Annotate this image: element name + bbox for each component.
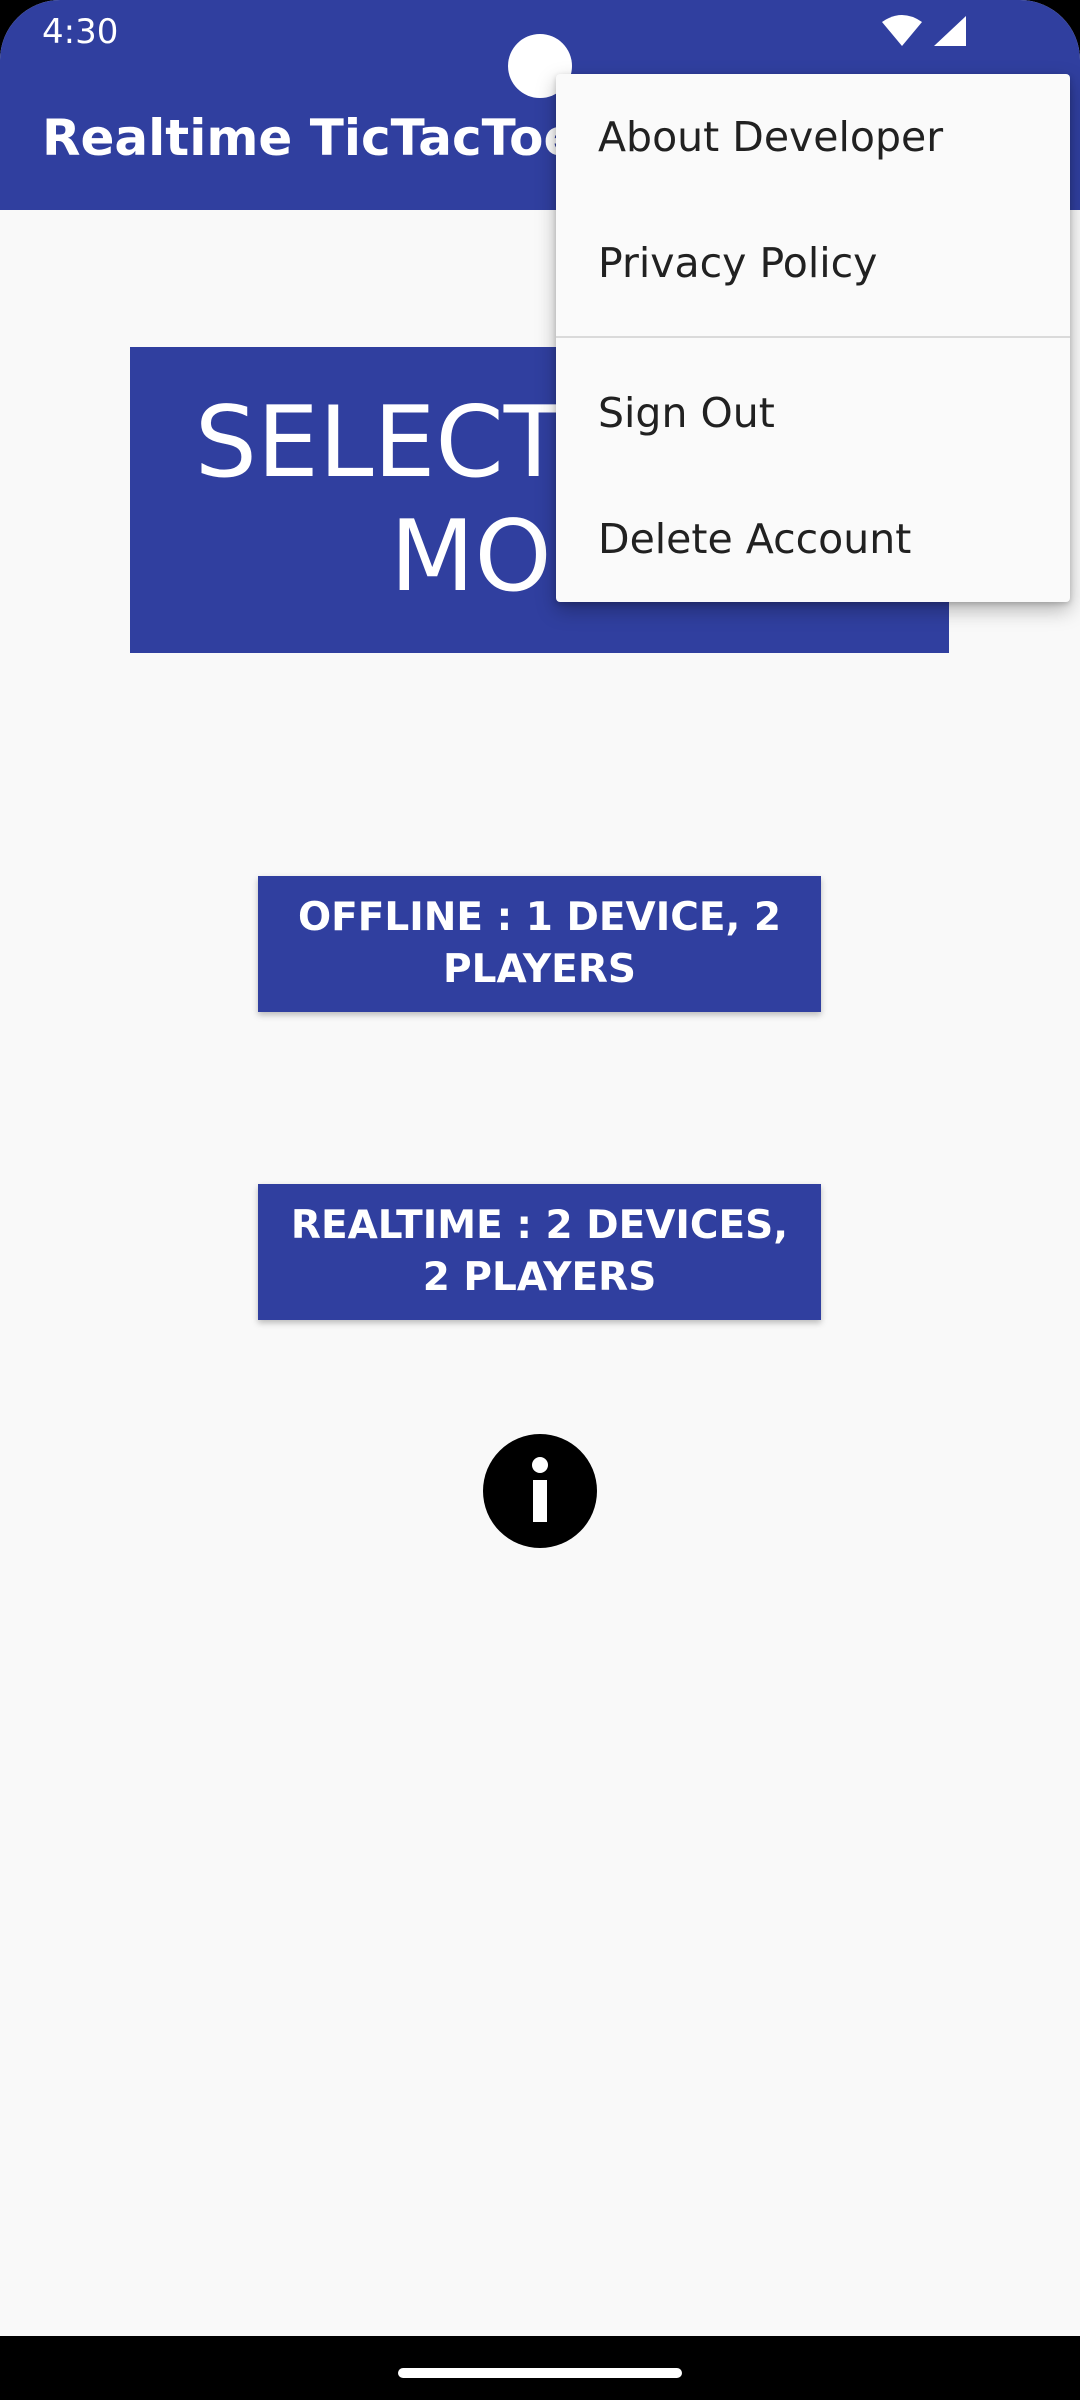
menu-divider xyxy=(556,336,1070,338)
menu-item-about-developer[interactable]: About Developer xyxy=(556,74,1070,200)
cell-signal-icon xyxy=(934,16,966,46)
wifi-icon xyxy=(882,15,922,46)
menu-item-privacy-policy[interactable]: Privacy Policy xyxy=(556,200,1070,326)
menu-item-delete-account[interactable]: Delete Account xyxy=(556,476,1070,602)
status-icons xyxy=(882,15,966,46)
home-handle[interactable] xyxy=(398,2368,682,2378)
menu-item-label: About Developer xyxy=(598,113,944,161)
menu-item-label: Privacy Policy xyxy=(598,239,878,287)
info-icon[interactable] xyxy=(483,1434,597,1548)
offline-mode-button[interactable]: OFFLINE : 1 DEVICE, 2 PLAYERS xyxy=(258,876,821,1012)
menu-item-label: Sign Out xyxy=(598,389,775,437)
overflow-menu: About Developer Privacy Policy Sign Out … xyxy=(556,74,1070,602)
menu-item-sign-out[interactable]: Sign Out xyxy=(556,350,1070,476)
app-screen: 4:30 Realtime TicTacToe SELECT GAME MODE… xyxy=(0,0,1080,2400)
app-title: Realtime TicTacToe xyxy=(42,109,578,167)
realtime-mode-button[interactable]: REALTIME : 2 DEVICES, 2 PLAYERS xyxy=(258,1184,821,1320)
menu-item-label: Delete Account xyxy=(598,515,912,563)
status-time: 4:30 xyxy=(42,12,119,52)
